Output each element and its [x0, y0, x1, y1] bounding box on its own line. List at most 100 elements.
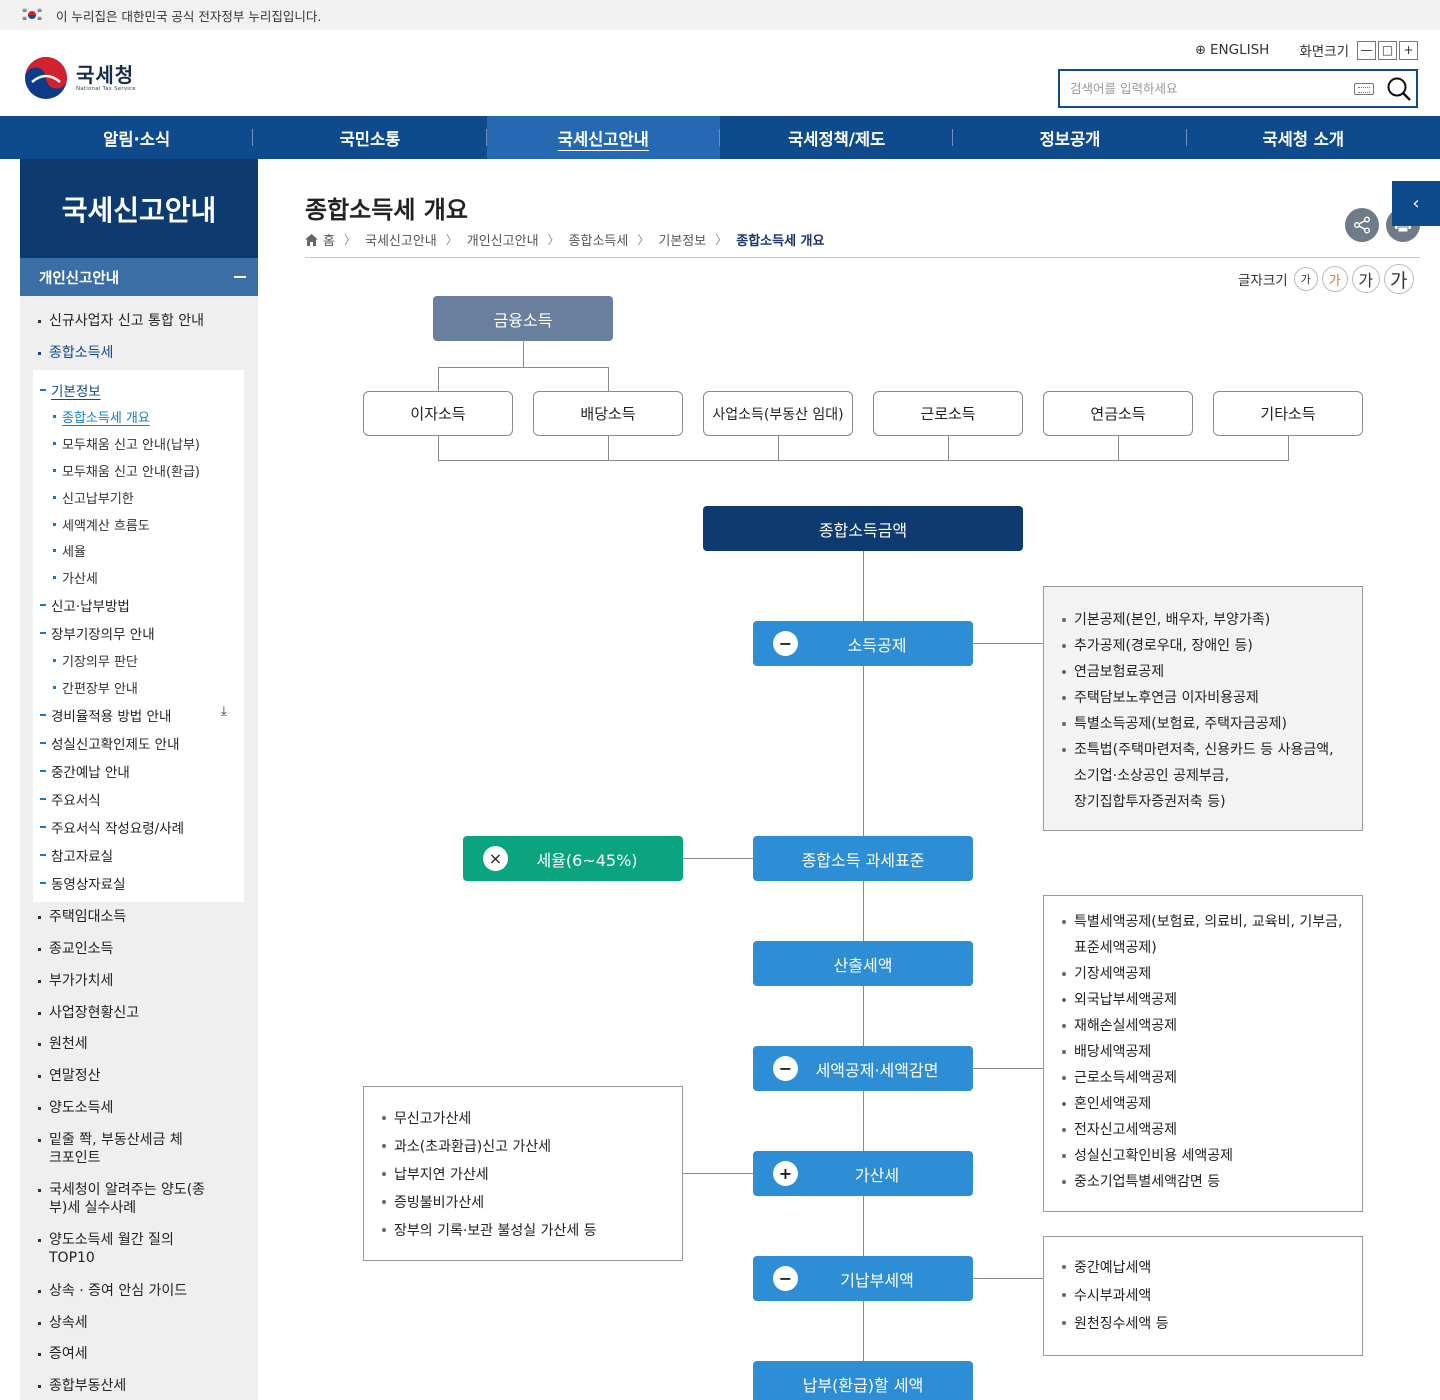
submenu-item[interactable]: 주요서식	[40, 789, 101, 809]
gnb-notice[interactable]: 알림·소식	[20, 116, 254, 159]
breadcrumb-item[interactable]: 종합소득세	[569, 230, 629, 249]
connector-line	[973, 1278, 1043, 1279]
list-item: 조특법(주택마련저축, 신용카드 등 사용금액,	[1062, 737, 1352, 763]
side-nav-item[interactable]: 양도소득세 월간 질의 TOP10	[38, 1231, 198, 1267]
connector-line	[438, 367, 608, 368]
minus-icon: −	[773, 1056, 798, 1081]
keyboard-icon[interactable]	[1354, 82, 1374, 95]
side-nav-item[interactable]: 연말정산	[38, 1067, 101, 1085]
submenu-item[interactable]: 장부기장의무 안내	[40, 623, 155, 643]
tax-rate-box: × 세율(6~45%)	[463, 836, 683, 881]
side-nav-item[interactable]: 사업장현황신고	[38, 1004, 139, 1022]
zoom-out-button[interactable]: —	[1357, 40, 1376, 60]
zoom-reset-button[interactable]: □	[1378, 40, 1397, 60]
font-size-control: 글자크기 가 가 가 가	[1238, 264, 1414, 294]
font-size-default-button[interactable]: 가	[1321, 266, 1348, 292]
header: 국세청 National Tax Service ⊕ ENGLISH 화면크기 …	[0, 30, 1440, 116]
submenu-subitem-active[interactable]: 종합소득세 개요	[53, 407, 150, 426]
plus-icon: +	[773, 1161, 798, 1186]
side-nav-item[interactable]: 밑줄 쫙, 부동산세금 체크포인트	[38, 1131, 188, 1167]
submenu-item[interactable]: 주요서식 작성요령/사례	[40, 817, 184, 837]
page-title: 종합소득세 개요	[305, 196, 468, 224]
side-nav-item[interactable]: 신규사업자 신고 통합 안내	[38, 312, 204, 330]
english-link[interactable]: ENGLISH	[1210, 42, 1269, 58]
submenu-item[interactable]: 성실신고확인제도 안내	[40, 733, 180, 753]
side-nav-item[interactable]: 종교인소득	[38, 940, 113, 958]
final-tax-box: 납부(환급)할 세액	[753, 1361, 973, 1400]
side-nav-item-active[interactable]: 종합소득세	[38, 344, 113, 362]
side-nav-item[interactable]: 상속 · 증여 안심 가이드	[38, 1282, 187, 1300]
list-item: 성실신고확인비용 세액공제	[1062, 1143, 1352, 1169]
breadcrumb-item[interactable]: 홈	[323, 230, 335, 249]
gnb-disclosure[interactable]: 정보공개	[953, 116, 1187, 159]
utility-bar: ⊕ ENGLISH 화면크기 — □ +	[1195, 40, 1418, 60]
side-nav-item[interactable]: 종합부동산세	[38, 1377, 126, 1395]
submenu-item[interactable]: 신고·납부방법	[40, 595, 130, 615]
side-nav-item[interactable]: 상속세	[38, 1314, 88, 1332]
zoom-in-button[interactable]: +	[1399, 40, 1418, 60]
side-nav-item[interactable]: 주택임대소득	[38, 908, 126, 926]
list-item: 원천징수세액 등	[1062, 1310, 1352, 1338]
side-nav-item[interactable]: 국세청이 알려주는 양도(종부)세 실수사례	[38, 1181, 208, 1217]
submenu-subitem[interactable]: 기장의무 판단	[53, 651, 138, 670]
font-size-large-button[interactable]: 가	[1351, 265, 1380, 293]
side-nav-item[interactable]: 양도소득세	[38, 1099, 113, 1117]
connector-line	[608, 367, 609, 391]
penalty-tax-box: + 가산세	[753, 1151, 973, 1196]
site-logo[interactable]: 국세청 National Tax Service	[24, 56, 136, 100]
share-button[interactable]	[1345, 208, 1379, 242]
download-icon[interactable]: ⤓	[221, 704, 227, 719]
earned-income-box: 근로소득	[873, 391, 1023, 436]
list-item: 근로소득세액공제	[1062, 1065, 1352, 1091]
gnb-tax-policy[interactable]: 국세정책/제도	[720, 116, 954, 159]
submenu-item[interactable]: 참고자료실	[40, 845, 113, 865]
side-nav-submenu: 기본정보 종합소득세 개요 모두채움 신고 안내(납부) 모두채움 신고 안내(…	[33, 370, 244, 902]
title-divider	[305, 257, 1420, 258]
gnb-communication[interactable]: 국민소통	[253, 116, 487, 159]
list-item: 추가공제(경로우대, 장애인 등)	[1062, 633, 1352, 659]
submenu-item[interactable]: 중간예납 안내	[40, 761, 130, 781]
tax-base-box: 종합소득 과세표준	[753, 836, 973, 881]
breadcrumb-item[interactable]: 개인신고안내	[467, 230, 539, 249]
submenu-subitem[interactable]: 세율	[53, 541, 86, 560]
side-nav-item[interactable]: 증여세	[38, 1345, 88, 1363]
submenu-subitem[interactable]: 모두채움 신고 안내(납부)	[53, 434, 200, 453]
side-nav-item[interactable]: 원천세	[38, 1035, 88, 1053]
search-box	[1058, 69, 1418, 108]
submenu-subitem[interactable]: 세액계산 흐름도	[53, 515, 150, 534]
side-nav-item[interactable]: 부가가치세	[38, 972, 113, 990]
connector-line	[1288, 436, 1289, 460]
search-button[interactable]	[1382, 72, 1416, 106]
chevron-left-icon: ‹	[1412, 193, 1420, 214]
side-nav-title: 국세신고안내	[20, 159, 258, 258]
submenu-item[interactable]: 동영상자료실	[40, 873, 126, 893]
gnb-tax-filing[interactable]: 국세신고안내	[486, 116, 721, 159]
connector-line	[523, 341, 524, 367]
font-size-small-button[interactable]: 가	[1293, 267, 1318, 291]
collapse-icon	[234, 276, 246, 278]
font-size-xlarge-button[interactable]: 가	[1383, 264, 1414, 294]
list-item: 연금보험료공제	[1062, 659, 1352, 685]
chevron-right-icon: 〉	[637, 233, 650, 247]
breadcrumb-item[interactable]: 국세신고안내	[365, 230, 437, 249]
search-input[interactable]	[1060, 71, 1354, 106]
side-nav: 국세신고안내 개인신고안내 신규사업자 신고 통합 안내 종합소득세 기본정보 …	[20, 159, 258, 1400]
submenu-item[interactable]: 기본정보	[40, 380, 101, 400]
breadcrumb-item[interactable]: 기본정보	[658, 230, 706, 249]
submenu-subitem[interactable]: 간편장부 안내	[53, 678, 138, 697]
breadcrumb: 홈 〉 국세신고안내 〉 개인신고안내 〉 종합소득세 〉 기본정보 〉 종합소득세 개요	[305, 230, 824, 249]
list-item: 기본공제(본인, 배우자, 부양가족)	[1062, 607, 1352, 633]
submenu-subitem[interactable]: 모두채움 신고 안내(환급)	[53, 461, 200, 480]
home-icon[interactable]	[305, 233, 318, 246]
side-panel-toggle[interactable]: ‹	[1392, 181, 1440, 226]
pension-income-box: 연금소득	[1043, 391, 1193, 436]
taegeuk-logo-icon	[25, 57, 67, 99]
submenu-subitem[interactable]: 신고납부기한	[53, 488, 134, 507]
submenu-item[interactable]: 경비율적용 방법 안내	[40, 705, 171, 725]
interest-income-box: 이자소득	[363, 391, 513, 436]
logo-name-en: National Tax Service	[76, 86, 136, 92]
submenu-subitem[interactable]: 가산세	[53, 568, 98, 587]
gnb-about[interactable]: 국세청 소개	[1187, 116, 1420, 159]
dividend-income-box: 배당소득	[533, 391, 683, 436]
side-nav-section[interactable]: 개인신고안내	[20, 258, 258, 296]
